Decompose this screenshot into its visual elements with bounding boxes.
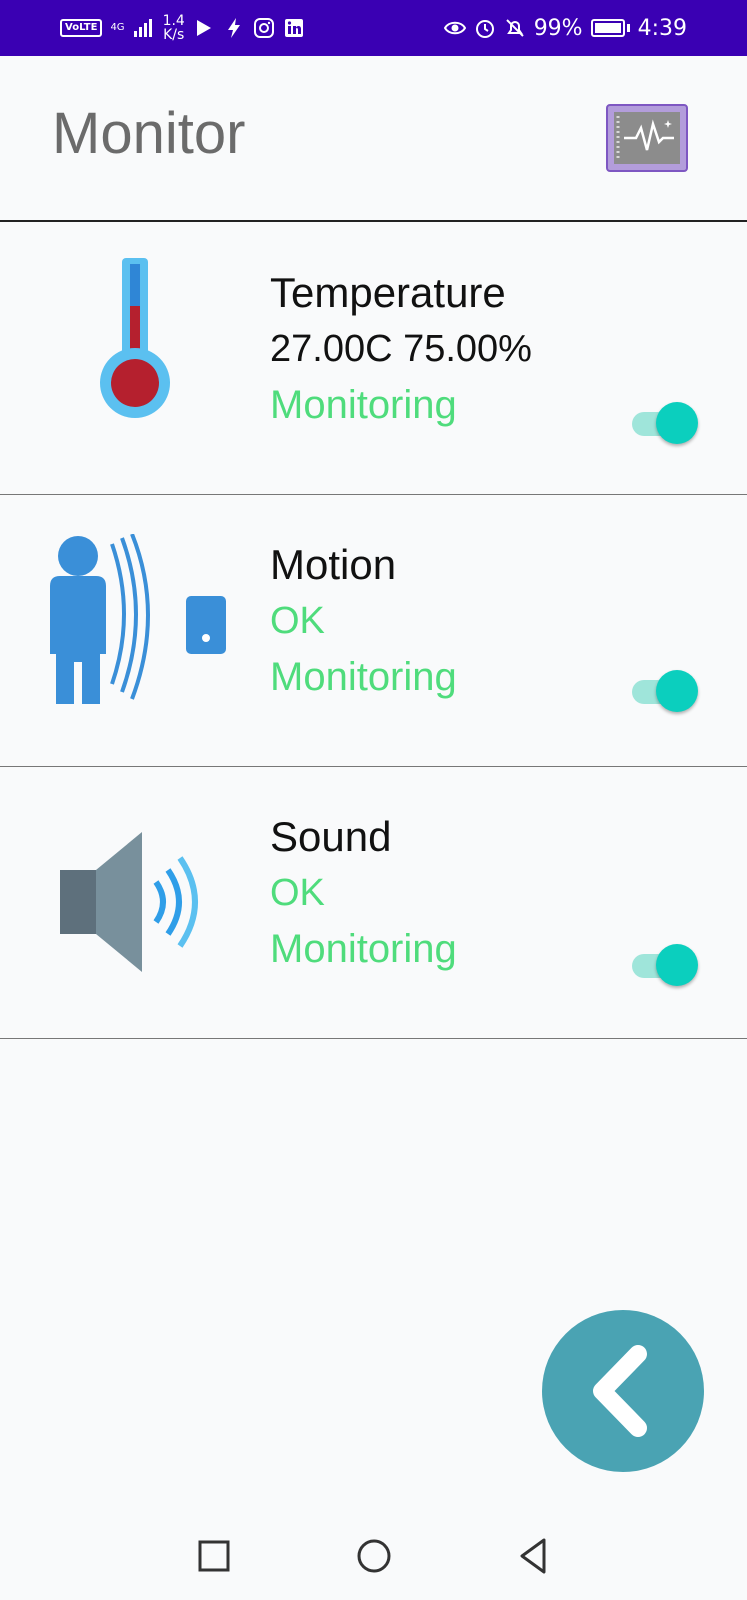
sensor-value: OK <box>270 872 325 914</box>
bell-off-icon <box>505 19 524 37</box>
play-store-icon <box>196 20 211 36</box>
sensor-title: Sound <box>270 813 392 860</box>
network-type: 4G <box>110 22 125 33</box>
sensor-status: Monitoring <box>270 927 457 971</box>
status-bar-right: 99% 4:39 <box>443 12 687 44</box>
back-fab-button[interactable] <box>542 1310 704 1472</box>
linkedin-icon <box>284 19 303 37</box>
monitor-pulse-icon[interactable] <box>606 104 688 172</box>
clock: 4:39 <box>637 15 687 41</box>
app-header: Monitor <box>0 56 747 222</box>
sensor-title: Motion <box>270 541 397 588</box>
sound-text: Sound OK Monitoring <box>270 808 457 978</box>
bolt-icon <box>227 18 240 38</box>
speaker-icon <box>60 832 198 972</box>
sensor-status: Monitoring <box>270 383 457 427</box>
status-bar-left: VoLTE 4G 1.4 K/s <box>60 12 305 44</box>
instagram-icon <box>253 18 274 38</box>
home-icon[interactable] <box>352 1534 396 1578</box>
sensor-status: Monitoring <box>270 655 457 699</box>
back-icon[interactable] <box>512 1534 556 1578</box>
thermometer-icon <box>100 258 170 418</box>
signal-icon <box>133 19 152 37</box>
battery-percent: 99% <box>533 15 583 41</box>
eye-icon <box>443 21 466 35</box>
sensor-row-sound: Sound OK Monitoring <box>0 766 747 1039</box>
page-title: Monitor <box>52 101 246 166</box>
alarm-icon <box>475 20 494 38</box>
status-bar: VoLTE 4G 1.4 K/s 99% 4:39 <box>0 0 747 56</box>
sensor-row-temperature: Temperature 27.00C 75.00% Monitoring <box>0 222 747 495</box>
chevron-left-icon <box>593 1345 647 1437</box>
battery-icon <box>590 19 625 37</box>
volte-badge: VoLTE <box>60 19 103 37</box>
sensor-row-motion: Motion OK Monitoring <box>0 494 747 767</box>
motion-toggle[interactable] <box>632 670 704 714</box>
motion-text: Motion OK Monitoring <box>270 536 457 706</box>
network-speed: 1.4 K/s <box>163 14 185 42</box>
toggle-thumb <box>656 402 698 444</box>
sensor-title: Temperature <box>270 269 506 316</box>
recents-icon[interactable] <box>192 1534 236 1578</box>
system-nav-bar <box>0 1512 747 1600</box>
temperature-toggle[interactable] <box>632 402 704 446</box>
toggle-thumb <box>656 670 698 712</box>
sensor-value: OK <box>270 600 325 642</box>
sound-toggle[interactable] <box>632 944 704 988</box>
motion-sensor-icon <box>50 534 226 704</box>
sensor-value: 27.00C 75.00% <box>270 328 532 370</box>
temperature-text: Temperature 27.00C 75.00% Monitoring <box>270 264 532 434</box>
battery-tip <box>626 24 630 32</box>
toggle-thumb <box>656 944 698 986</box>
speed-value: 1.4 <box>162 13 185 29</box>
speed-unit: K/s <box>163 27 185 43</box>
